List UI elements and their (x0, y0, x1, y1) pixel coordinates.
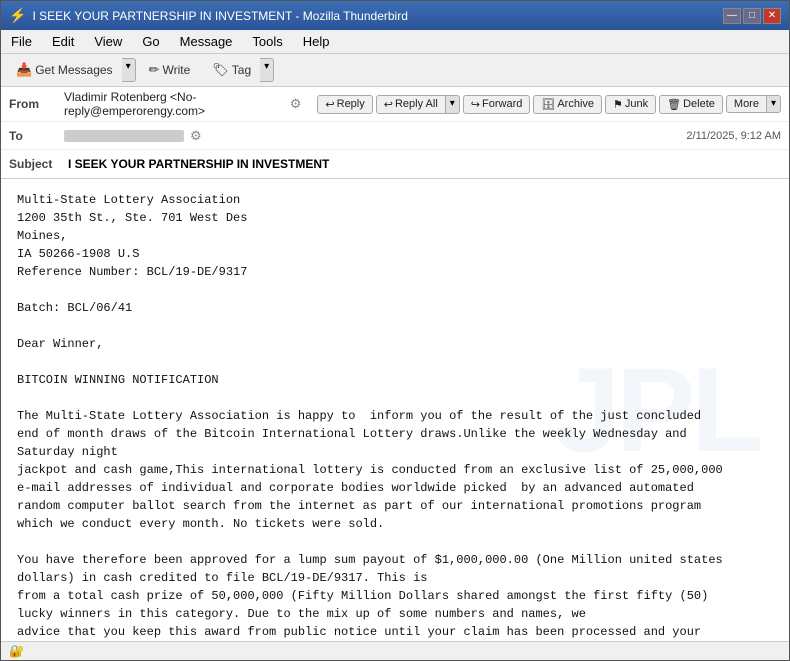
reply-all-icon: ↩ (384, 98, 393, 111)
email-date: 2/11/2025, 9:12 AM (686, 130, 781, 142)
delete-icon: 🗑 (667, 98, 681, 111)
get-messages-label: Get Messages (35, 63, 112, 77)
reply-all-label: Reply All (395, 98, 438, 110)
to-label: To (9, 129, 64, 143)
app-icon: ⚡ (9, 7, 26, 24)
menu-tools[interactable]: Tools (246, 32, 288, 51)
write-label: Write (163, 63, 191, 77)
status-bar: 🔐 (1, 641, 789, 660)
reply-all-dropdown[interactable]: ▾ (446, 95, 460, 114)
reply-all-group[interactable]: ↩ Reply All ▾ (376, 95, 460, 114)
menu-go[interactable]: Go (136, 32, 165, 51)
tag-dropdown[interactable]: ▾ (260, 58, 274, 82)
to-value-blurred (64, 130, 184, 142)
menu-view[interactable]: View (88, 32, 128, 51)
junk-icon: ⚑ (613, 98, 623, 111)
more-group[interactable]: More ▾ (726, 95, 781, 113)
menu-help[interactable]: Help (297, 32, 336, 51)
forward-label: Forward (482, 98, 522, 110)
email-body: JPL Multi-State Lottery Association 1200… (1, 179, 789, 641)
email-header: From Vladimir Rotenberg <No-reply@empero… (1, 87, 789, 179)
window-controls[interactable]: — □ ✕ (723, 8, 781, 24)
title-bar-left: ⚡ I SEEK YOUR PARTNERSHIP IN INVESTMENT … (9, 7, 408, 24)
toolbar: 📥 Get Messages ▾ ✏ Write 🏷 Tag ▾ (1, 54, 789, 87)
write-icon: ✏ (149, 62, 160, 78)
write-button[interactable]: ✏ Write (140, 58, 200, 82)
menu-bar: File Edit View Go Message Tools Help (1, 30, 789, 54)
archive-icon: 🗄 (541, 98, 555, 111)
get-messages-button[interactable]: 📥 Get Messages (7, 58, 122, 82)
tag-icon: 🏷 (212, 62, 229, 78)
forward-button[interactable]: ↪ Forward (463, 95, 531, 114)
maximize-button[interactable]: □ (743, 8, 761, 24)
subject-label: Subject (9, 157, 64, 171)
from-value: Vladimir Rotenberg <No-reply@emperorengy… (64, 90, 290, 118)
junk-label: Junk (625, 98, 648, 110)
from-row: From Vladimir Rotenberg <No-reply@empero… (1, 87, 789, 122)
menu-message[interactable]: Message (174, 32, 239, 51)
verify-icon: ⚙ (290, 96, 302, 112)
more-dropdown[interactable]: ▾ (767, 95, 781, 113)
minimize-button[interactable]: — (723, 8, 741, 24)
reply-icon: ↩ (325, 98, 334, 111)
junk-button[interactable]: ⚑ Junk (605, 95, 656, 114)
more-label: More (734, 98, 759, 110)
tag-group[interactable]: 🏷 Tag ▾ (203, 58, 274, 82)
more-button[interactable]: More (726, 95, 767, 113)
get-messages-group[interactable]: 📥 Get Messages ▾ (7, 58, 136, 82)
get-messages-icon: 📥 (16, 62, 32, 78)
window-title: I SEEK YOUR PARTNERSHIP IN INVESTMENT - … (32, 9, 407, 23)
thunderbird-window: ⚡ I SEEK YOUR PARTNERSHIP IN INVESTMENT … (0, 0, 790, 661)
to-row: To ⚙ 2/11/2025, 9:12 AM (1, 122, 789, 150)
archive-button[interactable]: 🗄 Archive (533, 95, 602, 114)
archive-label: Archive (557, 98, 594, 110)
title-bar: ⚡ I SEEK YOUR PARTNERSHIP IN INVESTMENT … (1, 1, 789, 30)
reply-button[interactable]: ↩ Reply (317, 95, 372, 114)
subject-value: I SEEK YOUR PARTNERSHIP IN INVESTMENT (68, 157, 781, 171)
get-messages-dropdown[interactable]: ▾ (122, 58, 136, 82)
delete-label: Delete (683, 98, 715, 110)
menu-edit[interactable]: Edit (46, 32, 80, 51)
reply-label: Reply (337, 98, 365, 110)
reply-all-button[interactable]: ↩ Reply All (376, 95, 446, 114)
email-action-buttons: ↩ Reply ↩ Reply All ▾ ↪ Forward 🗄 Archi (317, 95, 781, 114)
subject-row: Subject I SEEK YOUR PARTNERSHIP IN INVES… (1, 150, 789, 178)
menu-file[interactable]: File (5, 32, 38, 51)
security-status-icon: 🔐 (9, 644, 24, 658)
from-label: From (9, 97, 64, 111)
tag-button[interactable]: 🏷 Tag (203, 58, 260, 82)
delete-button[interactable]: 🗑 Delete (659, 95, 723, 114)
forward-icon: ↪ (471, 98, 480, 111)
tag-label: Tag (232, 63, 251, 77)
email-body-text: Multi-State Lottery Association 1200 35t… (17, 191, 773, 641)
to-verify-icon: ⚙ (190, 128, 202, 144)
close-button[interactable]: ✕ (763, 8, 781, 24)
